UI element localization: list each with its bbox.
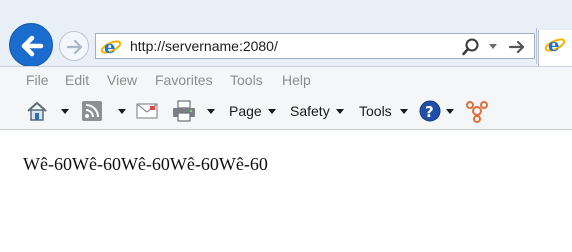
menu-view[interactable]: View	[107, 72, 137, 88]
menu-edit[interactable]: Edit	[65, 72, 89, 88]
browser-tab[interactable]: e	[538, 30, 572, 66]
safety-dropdown-caret[interactable]	[336, 109, 344, 114]
safety-menu-button[interactable]: Safety	[290, 103, 330, 119]
mail-icon[interactable]	[136, 103, 158, 119]
internet-explorer-icon: e	[544, 35, 566, 55]
svg-text:e: e	[548, 35, 559, 55]
svg-text:?: ?	[425, 103, 434, 121]
home-dropdown-caret[interactable]	[61, 109, 69, 114]
internet-explorer-icon: e	[100, 37, 122, 57]
tools-dropdown-caret[interactable]	[400, 109, 408, 114]
url-text[interactable]: http://servername:2080/	[130, 38, 278, 54]
page-dropdown-caret[interactable]	[268, 109, 276, 114]
help-icon[interactable]: ?	[419, 100, 441, 122]
rss-feed-icon[interactable]	[81, 100, 103, 122]
tab-divider	[536, 28, 537, 64]
page-text: Wê-60Wê-60Wê-60Wê-60Wê-60	[23, 154, 268, 174]
address-bar[interactable]: e http://servername:2080/	[95, 33, 535, 59]
chevron-down-icon[interactable]	[488, 43, 498, 51]
help-dropdown-caret[interactable]	[446, 109, 454, 114]
command-bar: Page Safety Tools ?	[0, 93, 572, 130]
print-dropdown-caret[interactable]	[207, 109, 215, 114]
menu-help[interactable]: Help	[282, 72, 311, 88]
feeds-dropdown-caret[interactable]	[118, 109, 126, 114]
go-arrow-icon[interactable]	[508, 39, 526, 55]
search-icon[interactable]	[462, 38, 480, 56]
page-content: Wê-60Wê-60Wê-60Wê-60Wê-60	[0, 130, 572, 252]
back-arrow-icon	[21, 35, 44, 57]
research-icon[interactable]	[465, 99, 489, 123]
printer-icon[interactable]	[172, 100, 196, 122]
menu-tools[interactable]: Tools	[230, 72, 263, 88]
svg-text:e: e	[104, 37, 115, 57]
forward-button[interactable]	[59, 31, 89, 61]
menu-favorites[interactable]: Favorites	[155, 72, 213, 88]
home-icon[interactable]	[26, 101, 48, 121]
page-menu-button[interactable]: Page	[229, 103, 262, 119]
menu-file[interactable]: File	[26, 72, 49, 88]
tools-menu-button[interactable]: Tools	[359, 103, 392, 119]
menu-bar: File Edit View Favorites Tools Help	[0, 66, 572, 94]
back-button[interactable]	[9, 23, 53, 67]
browser-title-area: e http://servername:2080/ e	[0, 0, 572, 67]
forward-arrow-icon	[66, 39, 83, 55]
